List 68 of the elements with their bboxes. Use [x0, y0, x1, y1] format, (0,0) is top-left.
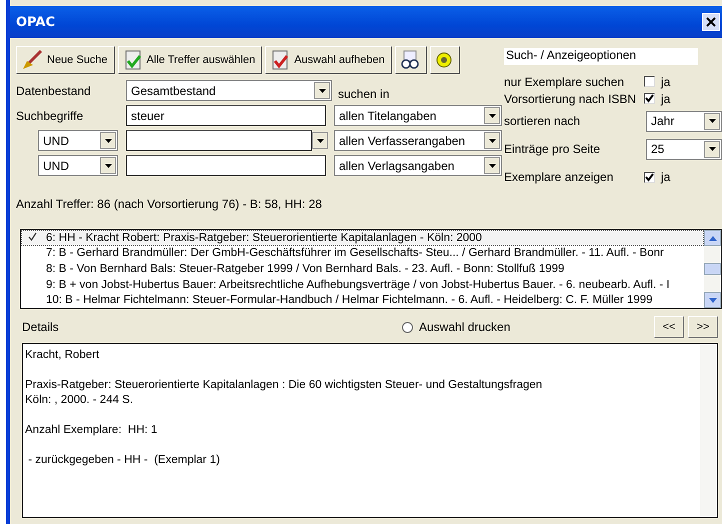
options-title: Such- / Anzeigeoptionen — [504, 48, 698, 65]
option-label: Vorsortierung nach ISBN — [504, 92, 638, 106]
checkbox-label: ja — [661, 92, 670, 106]
next-button[interactable]: >> — [688, 316, 718, 338]
previous-button[interactable]: << — [654, 316, 684, 338]
checkbox[interactable] — [644, 172, 655, 182]
details-label: Details — [22, 320, 60, 334]
print-selection-radio[interactable]: Auswahl drucken — [402, 320, 510, 334]
scrollbar[interactable] — [704, 230, 721, 308]
glasses-icon — [400, 50, 420, 70]
search-scope-dropdown[interactable]: allen Titelangaben — [334, 105, 502, 126]
toolbar-button[interactable]: Neue Suche — [16, 46, 115, 74]
caret-icon — [104, 164, 112, 168]
details-line: - zurückgegeben - HH - (Exemplar 1) — [27, 454, 220, 466]
caret-icon — [708, 147, 716, 151]
caret-icon — [318, 88, 326, 92]
result-item[interactable]: 6: HH - Kracht Robert: Praxis-Ratgeber: Steuerorientierte Kapitalanlagen - Köln: 2000 — [21, 230, 704, 246]
search-field[interactable] — [126, 155, 326, 176]
result-item[interactable]: 8: B - Von Bernhard Bals: Steuer-Ratgeber 1999 / Von Bernhard Bals. - 23. Aufl. - Bonn: Stollfuß 1999 — [21, 261, 704, 277]
field-label: Datenbestand — [16, 84, 92, 98]
scroll-up-icon[interactable] — [708, 236, 716, 240]
checkbox-label: ja — [661, 170, 670, 184]
option-label: Einträge pro Seite — [504, 142, 602, 156]
caret-icon — [488, 164, 496, 168]
details-line: Kracht, Robert — [25, 349, 100, 361]
search-scope-dropdown[interactable]: allen Verlagsangaben — [334, 155, 502, 176]
result-item[interactable]: 10: B - Helmar Fichtelmann: Steuer-Formular-Handbuch / Helmar Fichtelmann. - 6. Aufl. - Heidelberg: C. F. Müller 1999 — [21, 292, 704, 308]
field-label: suchen in — [337, 87, 390, 101]
scroll-thumb[interactable] — [704, 263, 721, 275]
scroll-down-icon[interactable] — [708, 298, 716, 302]
caret-icon — [488, 114, 496, 118]
toolbar-button[interactable]: Auswahl aufheben — [265, 46, 392, 74]
toolbar-button[interactable]: Alle Treffer auswählen — [118, 46, 262, 74]
option-dropdown[interactable]: Jahr — [646, 110, 722, 132]
option-label: Exemplare anzeigen — [504, 170, 614, 184]
close-icon — [706, 17, 716, 27]
help-icon — [434, 51, 453, 69]
toolbar-button[interactable] — [394, 46, 427, 74]
result-summary: Anzahl Treffer: 86 (nach Vorsortierung 76) - B: 58, HH: 28 — [15, 196, 323, 211]
operator-dropdown[interactable]: UND — [38, 155, 118, 176]
option-label: sortieren nach — [504, 114, 582, 128]
window-title: OPAC — [16, 14, 55, 30]
checked-list-icon — [270, 50, 290, 70]
dataset-dropdown[interactable]: Gesamtbestand — [126, 80, 332, 101]
caret-icon — [104, 138, 112, 142]
option-dropdown[interactable]: 25 — [646, 138, 722, 160]
result-item[interactable]: 9: B + von Jobst-Hubertus Bauer: Arbeitsrechtliche Aufhebungsverträge / von Jobst-Hubertus Bauer. - 6. neubearb. Aufl. - I — [21, 276, 704, 292]
checkbox-label: ja — [661, 74, 670, 88]
checkbox[interactable] — [644, 93, 655, 104]
check-icon — [28, 232, 37, 241]
field-label: Suchbegriffe — [16, 108, 84, 122]
details-line: Praxis-Ratgeber: Steuerorientierte Kapitalanlagen : Die 60 wichtigsten Steuer- und Gestaltungsfragen — [25, 379, 542, 391]
checkbox[interactable] — [644, 76, 655, 87]
operator-dropdown[interactable]: UND — [38, 130, 118, 151]
details-line: Köln: , 2000. - 244 S. — [25, 394, 134, 406]
caret-icon — [316, 138, 324, 142]
close-button[interactable] — [702, 13, 720, 31]
result-item[interactable]: 7: B - Gerhard Brandmüller: Der GmbH-Geschäftsführer im Gesellschafts- Steu... / Gerhard Brandmüller. - 11. Aufl. - Bonr — [21, 246, 704, 262]
search-field[interactable]: steuer — [126, 105, 326, 126]
search-scope-dropdown[interactable]: allen Verfasserangaben — [334, 130, 502, 151]
scrollbar[interactable] — [700, 344, 717, 517]
checked-list-icon — [122, 50, 143, 70]
search-field[interactable] — [126, 130, 312, 151]
caret-icon — [708, 119, 716, 123]
details-line: Anzahl Exemplare: HH: 1 — [25, 424, 158, 436]
toolbar-button[interactable] — [430, 46, 460, 74]
option-label: nur Exemplare suchen — [504, 74, 626, 88]
caret-icon — [488, 138, 496, 142]
